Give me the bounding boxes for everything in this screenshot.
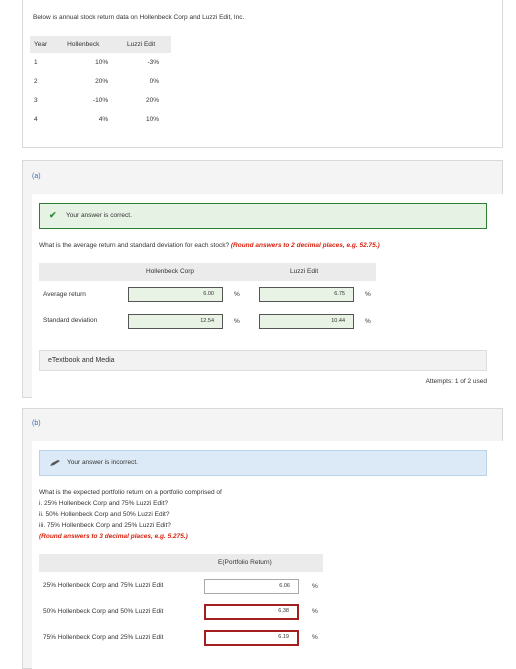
check-icon: ✔: [49, 210, 57, 220]
portfolio-return-input-2[interactable]: 6.38: [204, 604, 299, 620]
incorrect-feedback-banner: Your answer is incorrect.: [39, 450, 487, 476]
percent-unit: %: [234, 318, 240, 325]
luzzi-cell: 10%: [145, 116, 159, 123]
hollenbeck-cell: 10%: [95, 59, 109, 66]
standard-deviation-label: Standard deviation: [43, 317, 98, 324]
column-header-luzzi-edit: Luzzi Edit: [290, 268, 319, 275]
part-b-question-line-2: i. 25% Hollenbeck Corp and 75% Luzzi Edi…: [39, 500, 168, 507]
hollenbeck-average-return-input[interactable]: 6.00: [128, 287, 223, 302]
portfolio-row-label: 50% Hollenbeck Corp and 50% Luzzi Edit: [43, 608, 164, 615]
correct-feedback-banner: ✔ Your answer is correct.: [39, 203, 487, 229]
part-a-label: (a): [32, 173, 41, 180]
luzzi-cell: 0%: [149, 78, 159, 85]
part-b-label: (b): [32, 420, 41, 427]
portfolio-row-label: 25% Hollenbeck Corp and 75% Luzzi Edit: [43, 582, 164, 589]
rounding-note: (Round answers to 2 decimal places, e.g.…: [230, 242, 380, 249]
portfolio-return-input-3[interactable]: 6.19: [204, 630, 299, 646]
feedback-text: Your answer is incorrect.: [67, 459, 138, 466]
column-header-luzzi: Luzzi Edit: [111, 36, 171, 53]
intro-text: Below is annual stock return data on Hol…: [33, 14, 245, 21]
portfolio-table-header: [39, 554, 323, 572]
part-b-question-line-4: iii. 75% Hollenbeck Corp and 25% Luzzi E…: [39, 522, 171, 529]
average-return-label: Average return: [43, 291, 86, 298]
table-header-row: Year Hollenbeck Luzzi Edit: [30, 36, 171, 53]
luzzi-cell: 20%: [145, 97, 159, 104]
hollenbeck-cell: 20%: [95, 78, 109, 85]
year-cell: 2: [34, 78, 38, 85]
etextbook-media-link[interactable]: eTextbook and Media: [39, 350, 487, 371]
percent-unit: %: [365, 291, 371, 298]
hollenbeck-cell: 4%: [98, 116, 109, 123]
table-row: 4 4% 10%: [30, 110, 171, 129]
rounding-note: (Round answers to 3 decimal places, e.g.…: [39, 533, 188, 540]
table-row: 3 -10% 20%: [30, 91, 171, 110]
attempts-counter: Attempts: 1 of 2 used: [425, 378, 487, 385]
hollenbeck-std-dev-input[interactable]: 12.54: [128, 314, 223, 329]
year-cell: 4: [34, 116, 38, 123]
pencil-icon: [50, 460, 60, 466]
column-header-hollenbeck: Hollenbeck: [58, 36, 112, 53]
year-cell: 3: [34, 97, 38, 104]
luzzi-cell: -3%: [147, 59, 159, 66]
percent-unit: %: [234, 291, 240, 298]
answer-table-header: [39, 263, 376, 281]
luzzi-std-dev-input[interactable]: 10.44: [259, 314, 354, 329]
part-b-question-line-3: ii. 50% Hollenbeck Corp and 50% Luzzi Ed…: [39, 511, 170, 518]
hollenbeck-cell: -10%: [92, 97, 109, 104]
percent-unit: %: [312, 608, 318, 615]
portfolio-return-input-1[interactable]: 6.06: [204, 579, 299, 594]
part-b-question-line-1: What is the expected portfolio return on…: [39, 489, 222, 496]
column-header-year: Year: [30, 36, 59, 53]
table-row: 2 20% 0%: [30, 72, 171, 91]
question-text: What is the average return and standard …: [39, 242, 230, 249]
percent-unit: %: [312, 634, 318, 641]
feedback-text: Your answer is correct.: [66, 212, 132, 219]
portfolio-row-label: 75% Hollenbeck Corp and 25% Luzzi Edit: [43, 634, 164, 641]
column-header-hollenbeck-corp: Hollenbeck Corp: [146, 268, 195, 275]
luzzi-average-return-input[interactable]: 6.75: [259, 287, 354, 302]
table-row: 1 10% -3%: [30, 53, 171, 72]
column-header-portfolio-return: E(Portfolio Return): [218, 559, 272, 566]
stock-return-table: Year Hollenbeck Luzzi Edit 1 10% -3% 2 2…: [30, 36, 171, 129]
year-cell: 1: [34, 59, 38, 66]
percent-unit: %: [365, 318, 371, 325]
percent-unit: %: [312, 583, 318, 590]
part-a-question: What is the average return and standard …: [39, 242, 380, 249]
